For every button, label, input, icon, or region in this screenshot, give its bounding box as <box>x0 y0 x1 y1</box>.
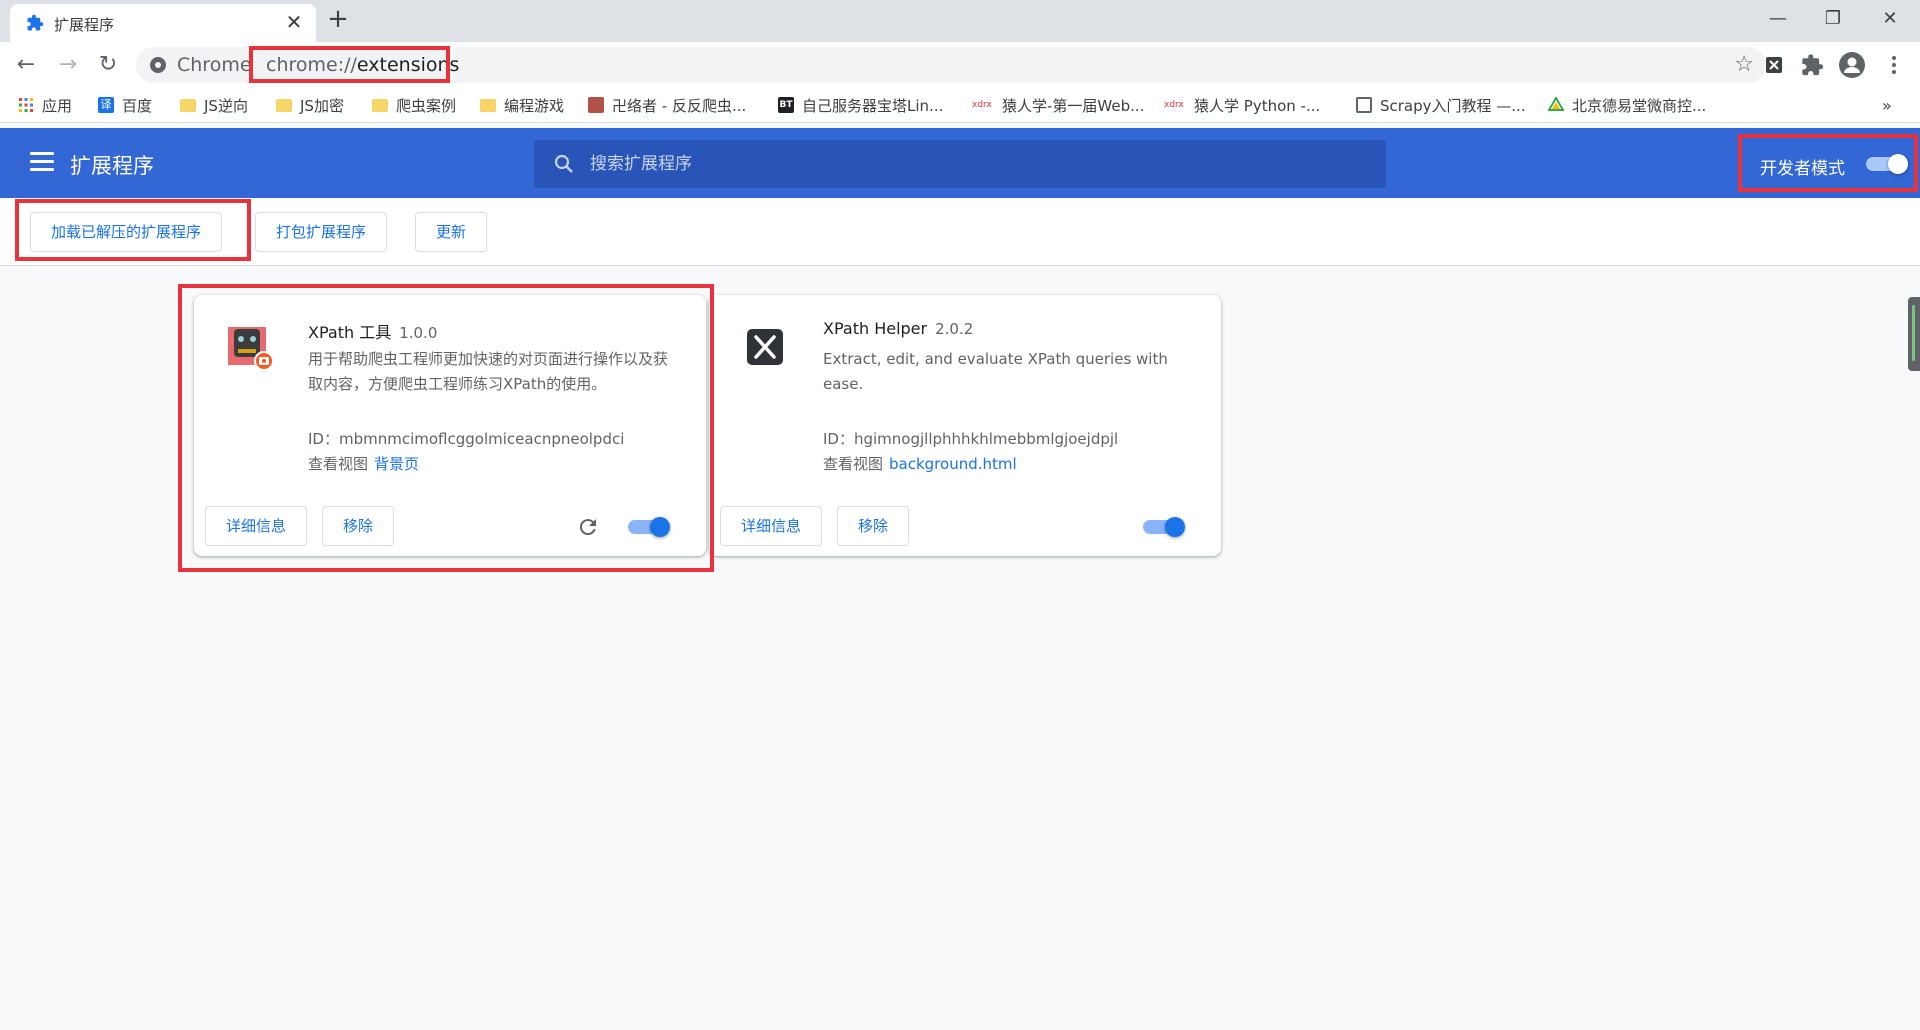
doc-icon <box>1356 97 1372 113</box>
extension-card-xpath-helper: XPath Helper 2.0.2 Extract, edit, and eva… <box>709 295 1221 556</box>
bookmark-label: JS逆向 <box>204 96 248 115</box>
details-button[interactable]: 详细信息 <box>720 506 823 546</box>
page-title: 扩展程序 <box>70 154 154 178</box>
restore-button[interactable]: ❐ <box>1813 4 1853 34</box>
extension-views: 查看视图 background.html <box>823 453 1017 474</box>
bookmark-label: 猿人学 Python -... <box>1194 96 1321 115</box>
bookmark-label: Scrapy入门教程 —... <box>1380 96 1526 115</box>
bookmark-folder-js-reverse[interactable]: JS逆向 <box>180 87 248 123</box>
bookmark-yuanrenxue-web[interactable]: xdrx 猿人学-第一届Web... <box>972 87 1144 123</box>
tab-close-icon[interactable]: ✕ <box>282 10 306 34</box>
reload-icon[interactable]: ↻ <box>92 49 124 81</box>
extension-enable-toggle[interactable] <box>1143 517 1185 537</box>
scrollbar-thumb[interactable] <box>1908 297 1920 371</box>
title-bar: 扩展程序 ✕ + — ❐ ✕ <box>0 0 1920 42</box>
drive-icon <box>1548 97 1564 111</box>
extension-title: XPath Helper <box>823 319 928 338</box>
bookmark-baidu[interactable]: 译 百度 <box>98 87 152 123</box>
yuanrenxue-icon: xdrx <box>1164 100 1184 110</box>
bookmarks-overflow-button[interactable]: » <box>1882 87 1892 123</box>
extension-name: XPath Helper 2.0.2 <box>823 319 973 338</box>
search-icon <box>554 154 573 173</box>
bookmark-folder-crawler-cases[interactable]: 爬虫案例 <box>372 87 456 123</box>
bookmark-wanluozhe[interactable]: 卍络者 - 反反爬虫... <box>588 87 746 123</box>
chrome-label: Chrome <box>177 54 252 76</box>
background-html-link[interactable]: background.html <box>889 455 1017 473</box>
more-menu-icon[interactable] <box>1880 51 1908 79</box>
bookmark-bt-panel[interactable]: BT 自己服务器宝塔Lin... <box>778 87 943 123</box>
tab-title: 扩展程序 <box>54 16 115 34</box>
bookmark-folder-coding-games[interactable]: 编程游戏 <box>480 87 564 123</box>
minimize-button[interactable]: — <box>1758 4 1798 34</box>
dev-mode-highlight-box <box>1738 134 1918 192</box>
xpath-extension-icon[interactable] <box>1760 51 1788 79</box>
bookmark-folder-js-encrypt[interactable]: JS加密 <box>276 87 344 123</box>
window-close-button[interactable]: ✕ <box>1870 4 1910 34</box>
bookmark-apps[interactable]: 应用 <box>18 87 72 123</box>
bookmark-label: 应用 <box>42 96 73 115</box>
bookmark-label: 百度 <box>122 96 153 115</box>
extensions-puzzle-icon[interactable] <box>1798 51 1826 79</box>
extensions-header: 扩展程序 开发者模式 <box>0 128 1920 198</box>
folder-icon <box>276 98 292 112</box>
profile-avatar-icon[interactable] <box>1838 51 1866 79</box>
bt-icon: BT <box>778 97 794 113</box>
chrome-icon <box>150 57 166 73</box>
bookmarks-bar: 应用 译 百度 JS逆向 JS加密 爬虫案例 编程游戏 卍络者 - 反反爬虫..… <box>0 87 1920 123</box>
folder-icon <box>480 98 496 112</box>
remove-button[interactable]: 移除 <box>837 506 910 546</box>
pack-extension-button[interactable]: 打包扩展程序 <box>255 212 388 252</box>
new-tab-button[interactable]: + <box>324 6 352 34</box>
bookmark-star-icon[interactable]: ☆ <box>1734 52 1754 77</box>
views-label: 查看视图 <box>823 455 884 473</box>
extension-description: Extract, edit, and evaluate XPath querie… <box>823 350 1168 393</box>
folder-icon <box>180 98 196 112</box>
developer-actions-bar: 加载已解压的扩展程序 打包扩展程序 更新 <box>0 198 1920 266</box>
bookmark-label: 卍络者 - 反反爬虫... <box>612 96 747 115</box>
search-input[interactable] <box>590 150 1350 178</box>
folder-icon <box>372 98 388 112</box>
bookmark-label: 猿人学-第一届Web... <box>1002 96 1145 115</box>
back-icon[interactable]: ← <box>10 49 42 81</box>
forward-icon[interactable]: → <box>52 49 84 81</box>
translate-icon: 译 <box>98 97 114 113</box>
puzzle-icon <box>27 14 44 31</box>
xpath-helper-icon <box>747 329 783 365</box>
load-unpacked-highlight-box <box>15 199 251 261</box>
update-button[interactable]: 更新 <box>415 212 488 252</box>
search-box[interactable] <box>534 140 1386 188</box>
site-icon <box>588 97 604 113</box>
bookmark-label: 编程游戏 <box>504 96 565 115</box>
bookmark-label: JS加密 <box>300 96 344 115</box>
yuanrenxue-icon: xdrx <box>972 100 992 110</box>
apps-grid-icon <box>19 98 33 112</box>
bookmark-yuanrenxue-python[interactable]: xdrx 猿人学 Python -... <box>1164 87 1320 123</box>
bookmark-label: 爬虫案例 <box>396 96 457 115</box>
bookmark-label: 北京德易堂微商控... <box>1572 96 1707 115</box>
hamburger-menu-icon[interactable] <box>30 152 54 172</box>
bookmark-scrapy-tutorial[interactable]: Scrapy入门教程 —... <box>1356 87 1526 123</box>
bookmark-deyitang[interactable]: 北京德易堂微商控... <box>1548 87 1706 123</box>
tab-extensions[interactable]: 扩展程序 ✕ <box>10 4 316 42</box>
extension-version: 2.0.2 <box>935 320 974 338</box>
url-highlight-box <box>249 46 450 83</box>
xpath-tool-highlight-box <box>178 284 714 572</box>
extension-id: ID：hgimnogjllphhhkhlmebbmlgjoejdpjl <box>823 430 1119 448</box>
bookmark-label: 自己服务器宝塔Lin... <box>802 96 944 115</box>
